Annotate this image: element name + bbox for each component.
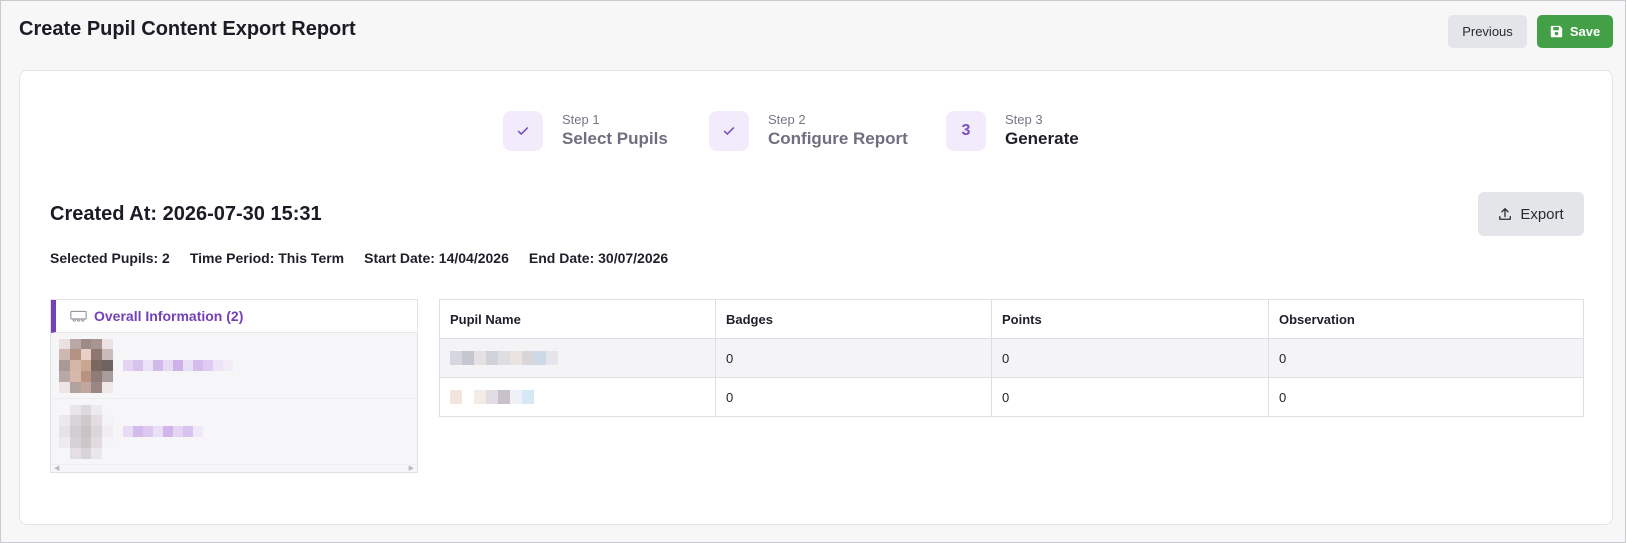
selected-pupils: Selected Pupils: 2: [50, 250, 170, 266]
scroll-right-icon[interactable]: ▶: [409, 464, 414, 472]
badges-cell: 0: [715, 377, 992, 417]
time-period: Time Period: This Term: [189, 250, 345, 266]
column-header-observation: Observation: [1268, 299, 1584, 339]
step-number: Step 3: [1005, 112, 1043, 127]
scroll-left-icon[interactable]: ◀: [54, 464, 59, 472]
step-name: Generate: [1005, 129, 1079, 148]
pupil-content-table: Pupil Name Badges Points Observation 0 0…: [439, 299, 1584, 417]
table-row: 0 0 0: [439, 377, 1584, 417]
list-item[interactable]: [51, 399, 417, 465]
table-row: 0 0 0: [439, 338, 1584, 378]
step-name: Select Pupils: [562, 129, 668, 148]
save-button[interactable]: Save: [1537, 15, 1613, 48]
page-title: Create Pupil Content Export Report: [19, 18, 356, 40]
column-header-points: Points: [991, 299, 1269, 339]
table-header-row: Pupil Name Badges Points Observation: [439, 299, 1584, 339]
report-card: Step 1 Select Pupils Step 2 Configure Re…: [19, 70, 1613, 525]
pupil-name-cell: [439, 338, 716, 378]
end-date: End Date: 30/07/2026: [528, 250, 669, 266]
observation-cell: 0: [1268, 377, 1584, 417]
created-at: Created At: 2026-07-30 15:31: [50, 203, 322, 225]
check-icon: [503, 111, 543, 151]
overall-information-label: Overall Information (2): [94, 308, 244, 324]
avatar: [59, 338, 113, 393]
stepper: Step 1 Select Pupils Step 2 Configure Re…: [20, 71, 1612, 191]
overall-information-tab[interactable]: Overall Information (2): [51, 300, 417, 333]
report-meta: Selected Pupils: 2 Time Period: This Ter…: [50, 250, 668, 266]
avatar: [59, 404, 113, 459]
pupil-name-redacted: [123, 426, 203, 437]
pupil-name-cell: [439, 377, 716, 417]
page-header: Create Pupil Content Export Report Previ…: [1, 1, 1625, 63]
save-button-label: Save: [1569, 24, 1601, 39]
points-cell: 0: [991, 338, 1269, 378]
step-number: Step 1: [562, 112, 600, 127]
users-group-icon: [70, 310, 87, 322]
pupil-side-panel: Overall Information (2) ◀ ▶: [50, 299, 418, 473]
step-number: Step 2: [768, 112, 806, 127]
pupil-name-redacted: [123, 360, 233, 371]
points-cell: 0: [991, 377, 1269, 417]
export-button-label: Export: [1520, 205, 1564, 223]
start-date: Start Date: 14/04/2026: [364, 250, 509, 266]
floppy-disk-icon: [1550, 25, 1562, 38]
previous-button[interactable]: Previous: [1448, 15, 1527, 48]
badges-cell: 0: [715, 338, 992, 378]
column-header-pupil-name: Pupil Name: [439, 299, 716, 339]
column-header-badges: Badges: [715, 299, 992, 339]
pupil-name-redacted: [450, 390, 705, 404]
export-button[interactable]: Export: [1478, 192, 1584, 236]
list-item[interactable]: [51, 333, 417, 399]
check-icon: [709, 111, 749, 151]
upload-icon: [1499, 208, 1512, 220]
step-name: Configure Report: [768, 129, 908, 148]
step-marker: 3: [946, 111, 986, 151]
horizontal-scrollbar[interactable]: ◀ ▶: [51, 463, 417, 472]
observation-cell: 0: [1268, 338, 1584, 378]
pupil-name-redacted: [450, 351, 705, 365]
